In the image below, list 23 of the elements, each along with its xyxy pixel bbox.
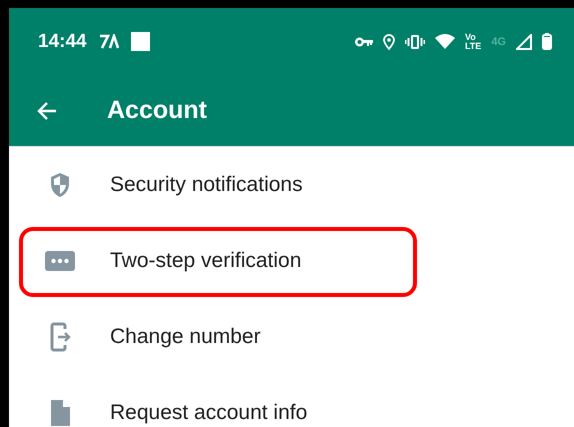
shield-icon — [48, 172, 70, 198]
vibrate-icon — [404, 34, 425, 48]
dots-icon — [44, 251, 74, 271]
volte-label: Vo — [464, 32, 477, 42]
battery-icon — [542, 33, 552, 50]
item-label: Security notifications — [110, 173, 303, 197]
location-icon — [382, 34, 395, 50]
item-label: Change number — [110, 325, 261, 349]
item-label: Two-step verification — [110, 249, 302, 273]
back-button[interactable] — [37, 102, 57, 120]
back-arrow-icon — [37, 102, 57, 120]
notification-icon — [98, 34, 119, 50]
document-icon — [48, 399, 70, 427]
item-label: Request account info — [110, 401, 308, 425]
network-label: 4G — [491, 36, 506, 48]
square-icon — [130, 32, 150, 51]
clock-time: 14:44 — [38, 30, 87, 52]
screen-title: Account — [107, 96, 207, 125]
lte-label: LTE — [464, 42, 482, 50]
phone-arrow-icon — [48, 322, 70, 352]
key-icon — [354, 36, 373, 46]
signal-icon — [516, 34, 532, 50]
wifi-icon — [434, 34, 455, 49]
